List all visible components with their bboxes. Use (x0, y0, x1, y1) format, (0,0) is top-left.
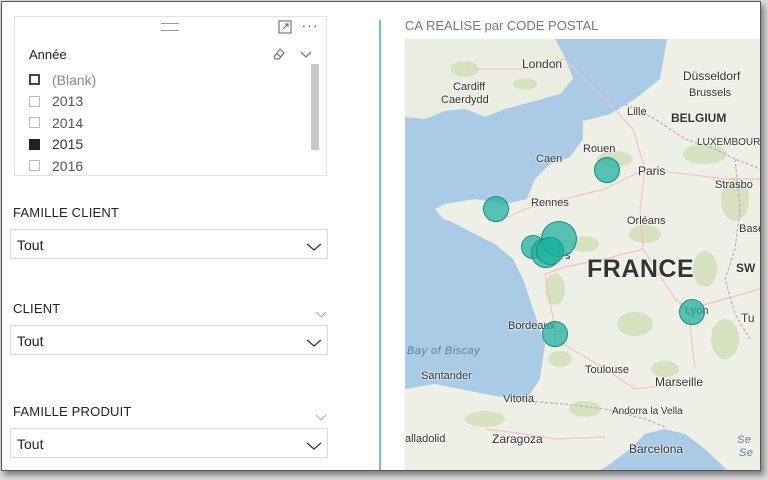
city-label: Zaragoza (492, 432, 543, 446)
focus-mode-icon[interactable] (278, 20, 292, 34)
city-label: Barcelona (629, 442, 684, 456)
famille-produit-value: Tout (17, 436, 44, 452)
checkbox-checked-icon[interactable] (29, 138, 40, 150)
city-label: alladolid (405, 433, 446, 445)
client-dropdown[interactable]: Tout (10, 325, 328, 355)
year-slicer-title: Année (29, 47, 67, 62)
city-label: Toulouse (585, 364, 630, 376)
famille-produit-dropdown[interactable]: Tout (10, 428, 328, 458)
famille-client-dropdown[interactable]: Tout (10, 229, 328, 259)
country-label: LUXEMBOURG (697, 137, 760, 148)
city-label: Andorra la Vella (612, 406, 683, 417)
city-label: Brussels (689, 87, 732, 99)
map-visual[interactable]: London Cardiff Caerdydd Düsseldorf Bruss… (405, 39, 760, 470)
checkbox-icon[interactable] (29, 117, 40, 129)
map-bubble[interactable] (483, 196, 509, 222)
checkbox-icon[interactable] (29, 95, 40, 107)
sea-label: Se (737, 434, 752, 446)
year-item-2014[interactable]: 2014 (29, 112, 299, 134)
chevron-down-icon[interactable] (306, 335, 322, 347)
famille-client-value: Tout (17, 237, 44, 253)
checkbox-icon[interactable] (29, 160, 40, 172)
chevron-down-icon[interactable] (315, 409, 327, 421)
report-canvas: ··· Année (Blank) 2013 2014 2015 2016 FA… (1, 1, 761, 471)
map-bubble[interactable] (679, 299, 705, 325)
famille-produit-label: FAMILLE PRODUIT (13, 404, 132, 419)
city-label: Lille (627, 106, 647, 118)
map-bubble[interactable] (594, 157, 620, 183)
chevron-down-icon[interactable] (315, 306, 327, 318)
city-label: Vitoria (503, 393, 534, 405)
year-item-2016[interactable]: 2016 (29, 155, 299, 177)
country-label: FRANCE (587, 255, 695, 283)
city-label: Rennes (531, 197, 569, 209)
year-slicer: ··· Année (Blank) 2013 2014 2015 2016 (14, 16, 327, 176)
city-label: Tu (741, 311, 755, 325)
year-item-2015[interactable]: 2015 (29, 134, 299, 156)
year-item-label: 2014 (52, 114, 84, 131)
sea-label: Bay of Biscay (407, 345, 481, 357)
city-label: Base (739, 223, 760, 235)
city-label: Düsseldorf (683, 69, 741, 83)
famille-client-label: FAMILLE CLIENT (13, 205, 120, 220)
city-label: Santander (421, 370, 472, 382)
more-options-icon[interactable]: ··· (301, 18, 319, 34)
city-label: Cardiff (453, 81, 486, 93)
year-list: (Blank) 2013 2014 2015 2016 (29, 69, 299, 177)
clear-selection-icon[interactable] (271, 46, 287, 62)
year-item-2013[interactable]: 2013 (29, 91, 299, 113)
chevron-down-icon[interactable] (299, 46, 313, 62)
city-label: London (522, 57, 563, 71)
city-label: Caerdydd (441, 94, 489, 106)
chevron-down-icon[interactable] (306, 239, 322, 251)
map-bubble[interactable] (536, 237, 564, 265)
visual-divider (379, 20, 381, 470)
drag-handle-icon[interactable] (161, 23, 179, 31)
year-item-label: 2016 (52, 157, 84, 174)
country-label: BELGIUM (671, 111, 727, 125)
city-label: Paris (638, 164, 666, 178)
map-title: CA REALISE par CODE POSTAL (405, 18, 599, 33)
sea-label: Se (739, 447, 754, 459)
city-label: Orléans (627, 215, 666, 227)
chevron-down-icon[interactable] (306, 438, 322, 450)
checkbox-icon[interactable] (29, 74, 40, 86)
client-value: Tout (17, 333, 44, 349)
year-item-blank[interactable]: (Blank) (29, 69, 299, 91)
year-item-label: 2013 (52, 93, 84, 110)
city-label: Strasbo (715, 179, 753, 191)
city-label: Rouen (583, 143, 616, 155)
city-label: Caen (536, 153, 563, 165)
country-label: SW (736, 261, 756, 275)
year-item-label: 2015 (52, 136, 84, 153)
city-label: Marseille (655, 375, 704, 389)
map-bubble[interactable] (542, 321, 568, 347)
year-list-scrollbar[interactable] (311, 64, 319, 150)
client-label: CLIENT (13, 301, 61, 316)
year-item-label: (Blank) (52, 71, 97, 88)
